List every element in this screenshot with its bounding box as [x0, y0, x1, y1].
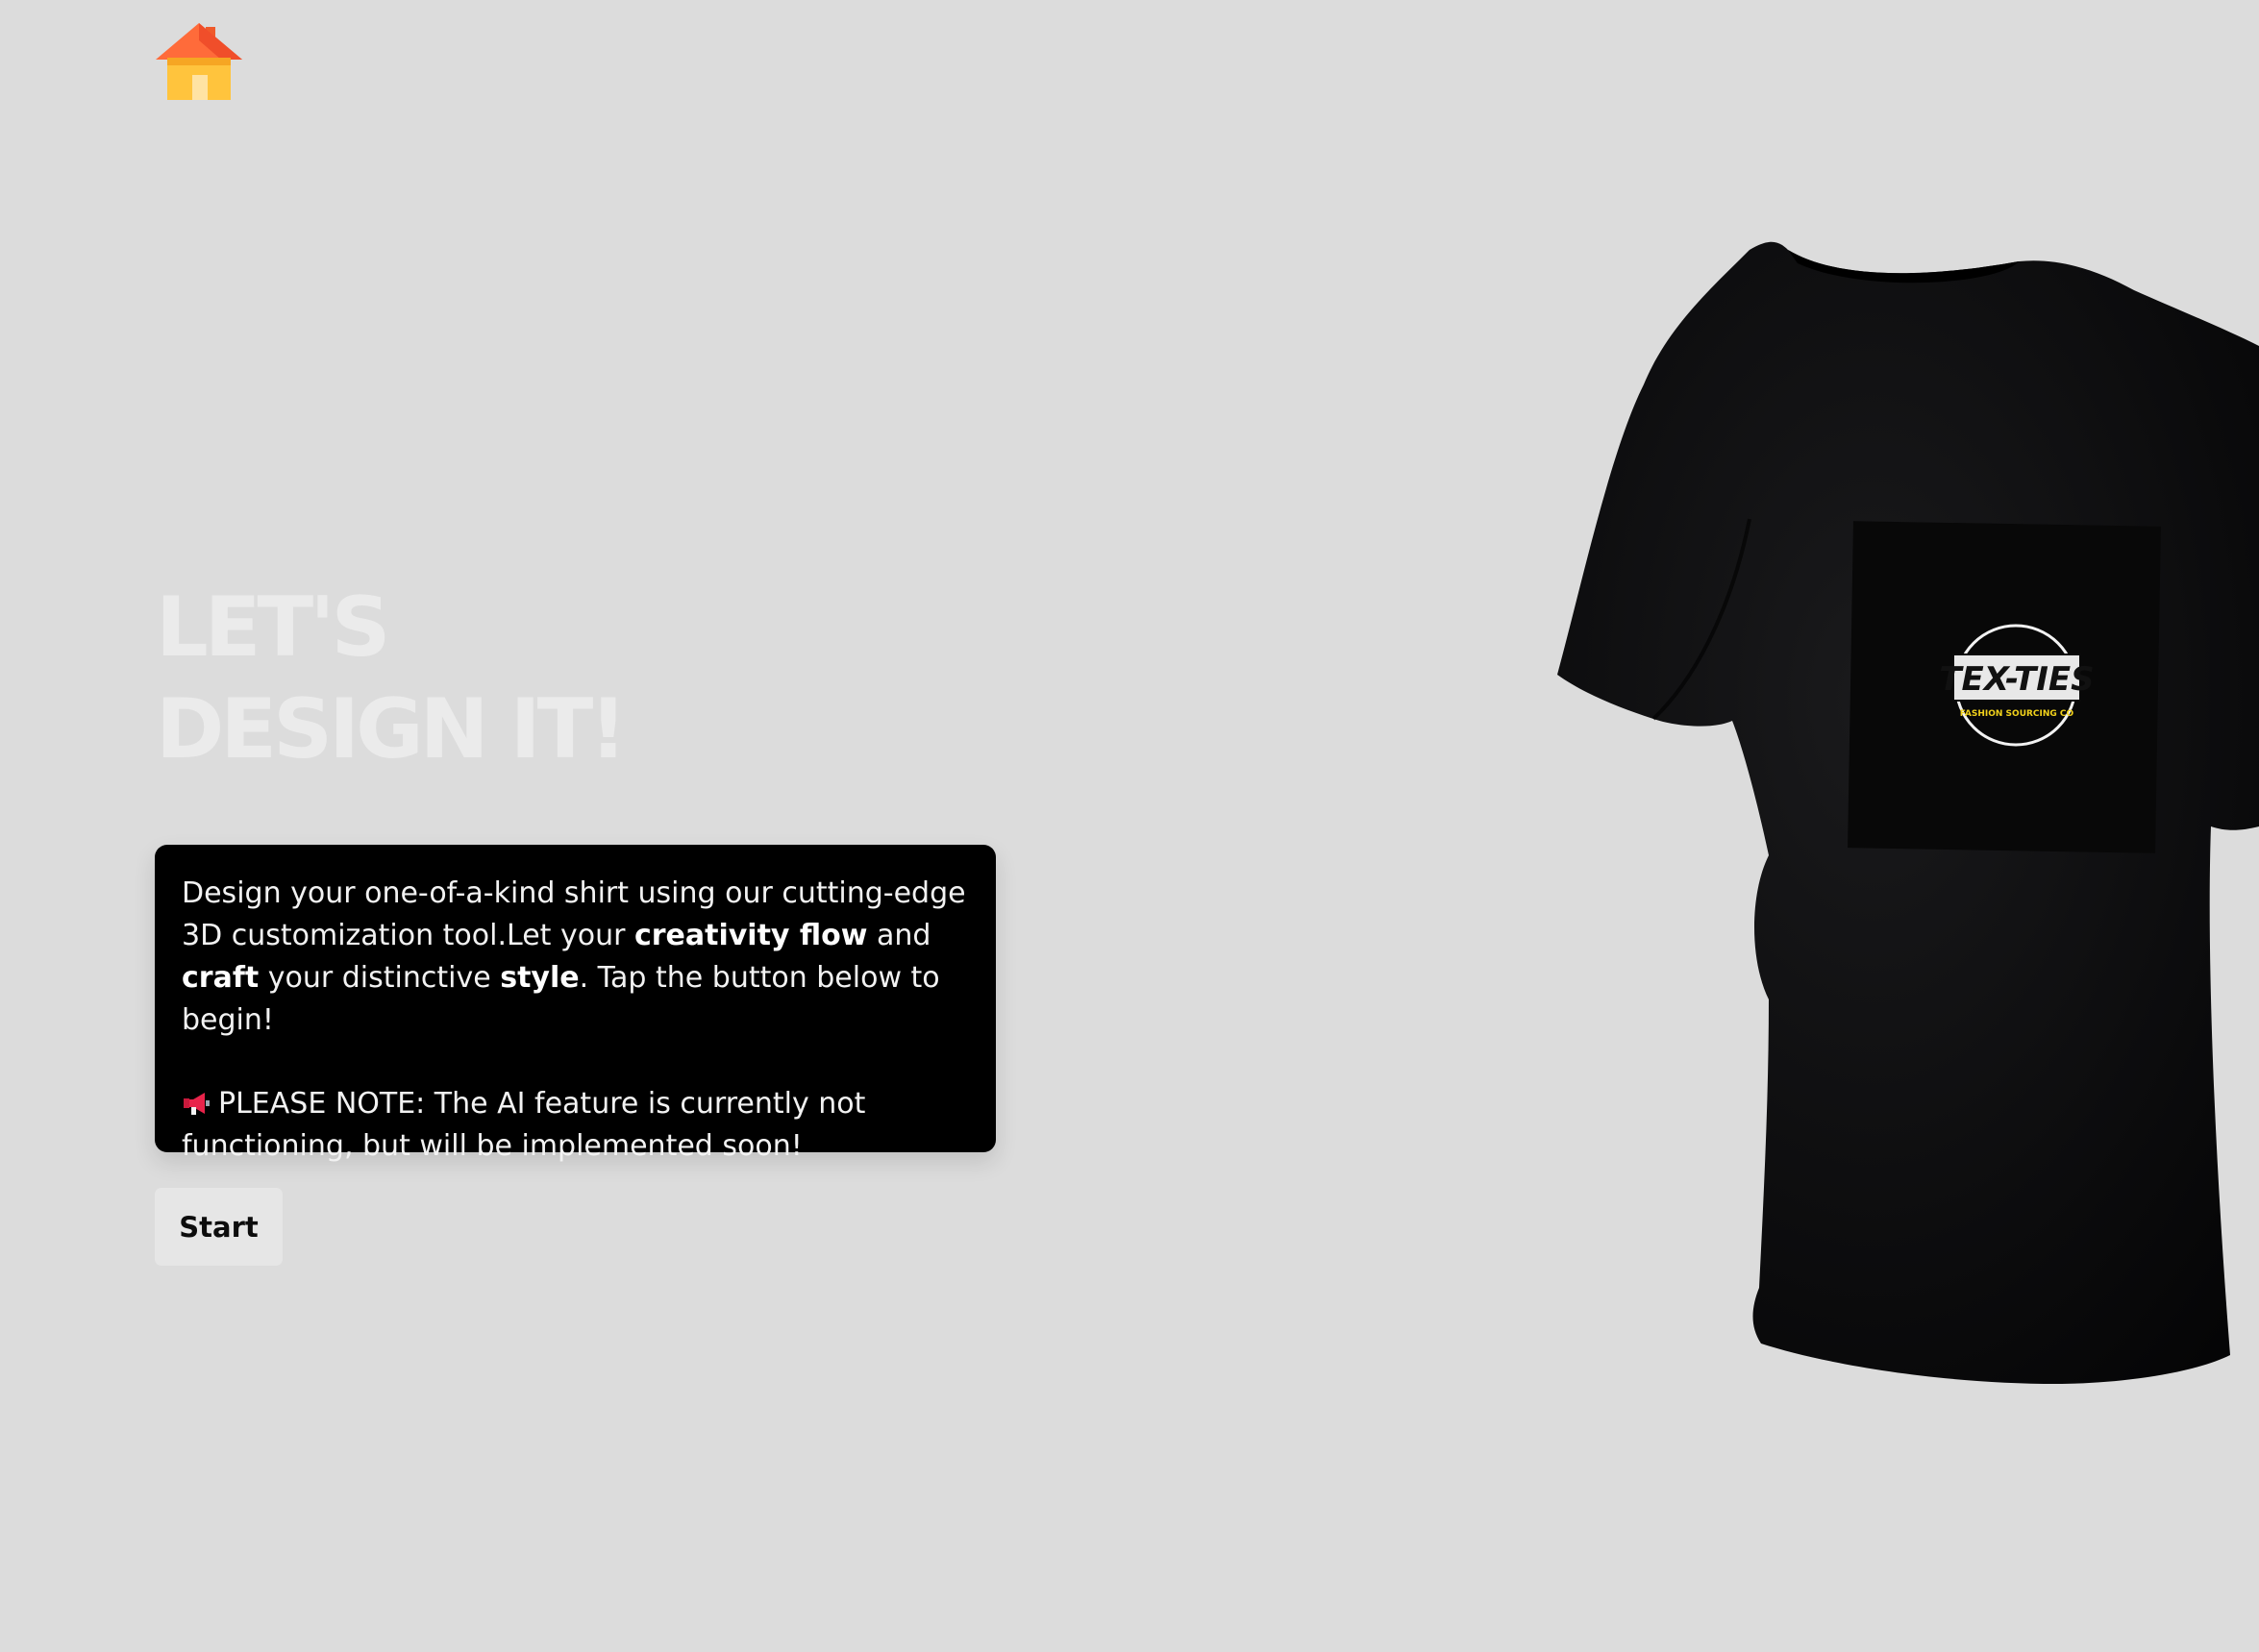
emphasis-creativity: creativity flow: [633, 919, 868, 952]
megaphone-icon: [184, 1093, 210, 1115]
intro-card: Design your one-of-a-kind shirt using ou…: [155, 845, 996, 1163]
tshirt-3d-preview[interactable]: TEX-TIES FASHION SOURCING CO: [1327, 231, 2259, 1557]
headline-line-1: LET'S: [156, 579, 390, 676]
start-button[interactable]: Start: [155, 1188, 283, 1266]
page-headline: LET'S DESIGN IT!: [156, 577, 627, 780]
emphasis-style: style: [500, 961, 580, 995]
ai-feature-note: PLEASE NOTE: The AI feature is currently…: [182, 1087, 866, 1163]
svg-text:TEX-TIES: TEX-TIES: [1939, 660, 2094, 699]
svg-text:FASHION SOURCING CO: FASHION SOURCING CO: [1960, 709, 2074, 719]
intro-description: Design your one-of-a-kind shirt using ou…: [182, 876, 966, 1037]
emphasis-craft: craft: [182, 961, 260, 995]
home-icon[interactable]: [154, 21, 244, 102]
headline-line-2: DESIGN IT!: [156, 681, 627, 777]
